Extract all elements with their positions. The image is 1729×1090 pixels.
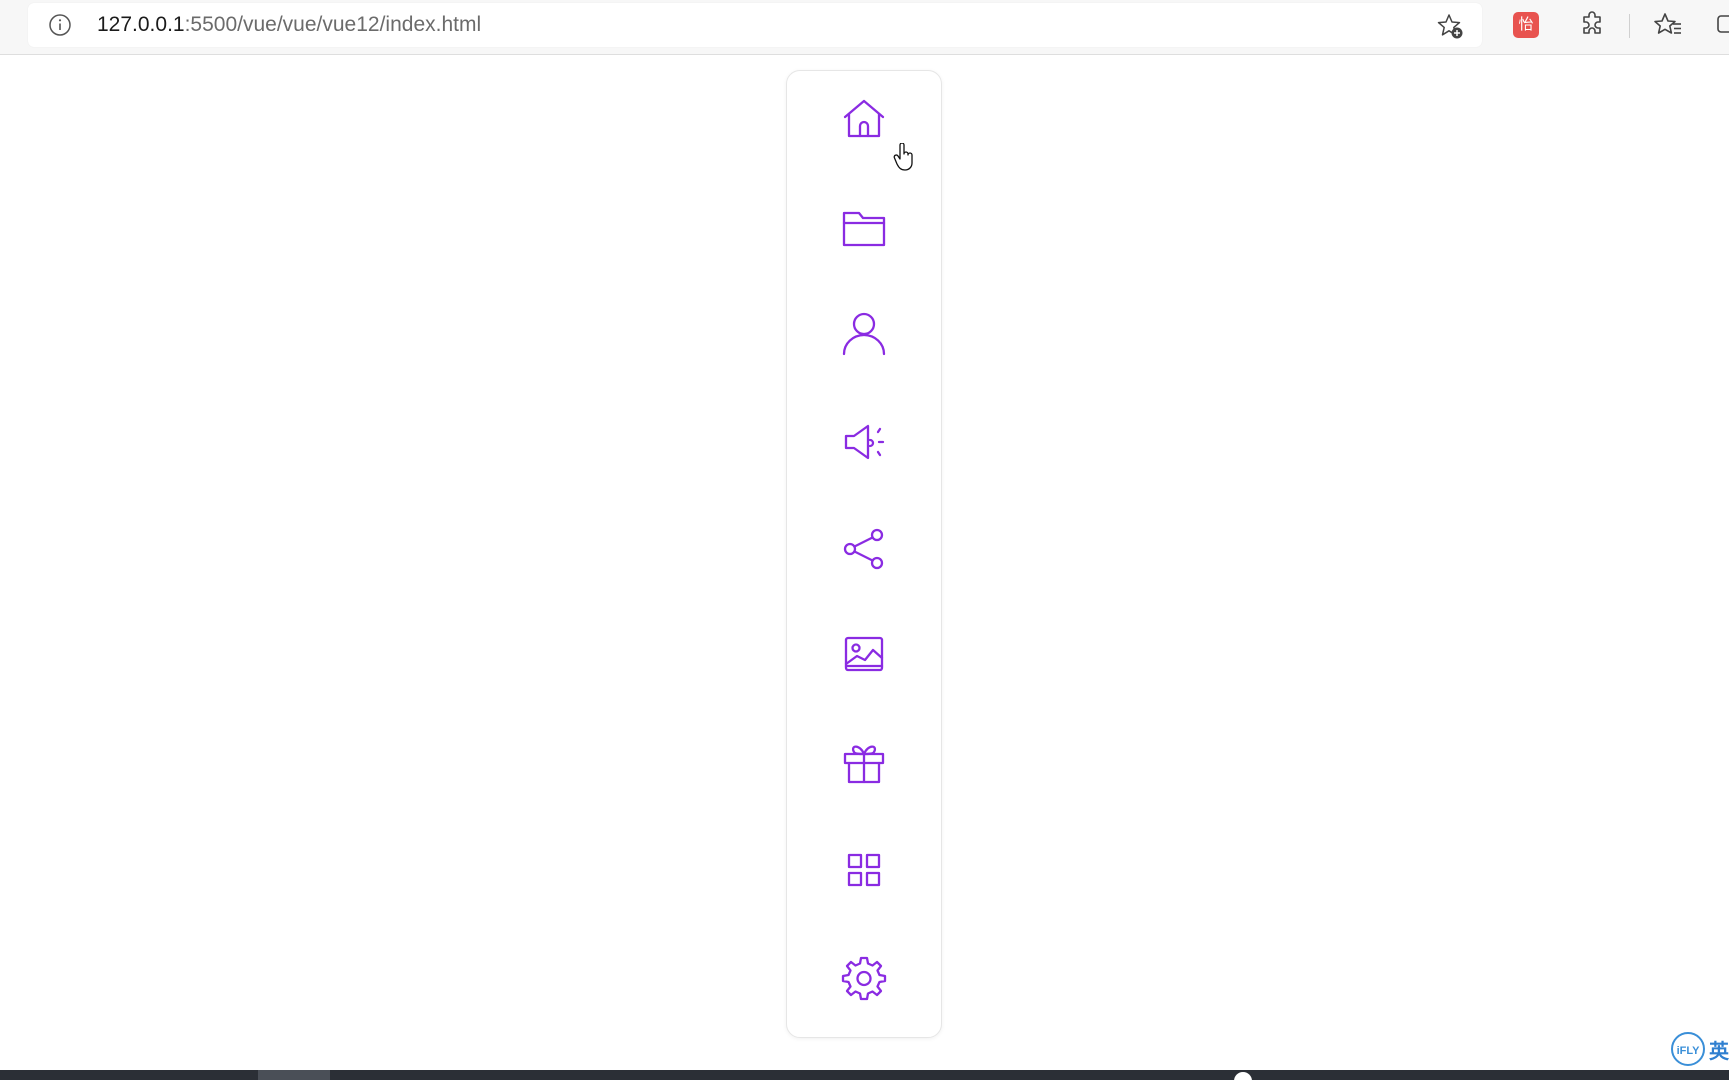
nav-item-share[interactable] [828, 513, 900, 585]
nav-item-announcement[interactable] [828, 406, 900, 478]
hand-cursor-icon [893, 143, 913, 171]
nav-item-apps[interactable] [828, 834, 900, 906]
add-favorite-icon[interactable] [1436, 12, 1464, 40]
ime-indicator[interactable]: iFLY 英 [1671, 1031, 1729, 1067]
ifly-logo: iFLY [1671, 1032, 1705, 1066]
taskbar-indicator [1234, 1072, 1252, 1090]
collections-icon[interactable] [1716, 10, 1729, 40]
share-icon [843, 528, 884, 570]
grid-icon [847, 853, 881, 887]
extensions-puzzle-icon[interactable] [1578, 10, 1608, 40]
taskbar [0, 1070, 1729, 1090]
extension-badge: 怡 [1513, 12, 1539, 38]
nav-item-image[interactable] [828, 618, 900, 690]
favorites-icon[interactable] [1653, 10, 1683, 40]
user-icon [842, 312, 886, 356]
taskbar-app-item[interactable] [258, 1070, 330, 1080]
toolbar-divider [1629, 14, 1630, 38]
gear-icon [841, 956, 887, 1001]
extension-icon[interactable]: 怡 [1511, 10, 1541, 40]
nav-item-folder[interactable] [828, 191, 900, 263]
icon-nav-bar [786, 70, 942, 1038]
home-icon [843, 99, 885, 138]
image-icon [844, 636, 884, 672]
browser-toolbar: 127.0.0.1:5500/vue/vue/vue12/index.html … [0, 0, 1729, 55]
nav-item-gift[interactable] [828, 727, 900, 799]
url-host: 127.0.0.1 [97, 13, 185, 36]
nav-item-home[interactable] [828, 83, 900, 155]
nav-item-user[interactable] [828, 297, 900, 369]
url-text[interactable]: 127.0.0.1:5500/vue/vue/vue12/index.html [97, 14, 481, 36]
address-bar[interactable]: 127.0.0.1:5500/vue/vue/vue12/index.html [28, 3, 1482, 47]
nav-item-settings[interactable] [828, 942, 900, 1014]
megaphone-icon [844, 424, 885, 460]
folder-icon [842, 211, 886, 247]
ime-language: 英 [1709, 1040, 1729, 1063]
gift-icon [843, 745, 885, 784]
info-icon[interactable] [48, 13, 72, 37]
url-path: :5500/vue/vue/vue12/index.html [184, 13, 482, 36]
